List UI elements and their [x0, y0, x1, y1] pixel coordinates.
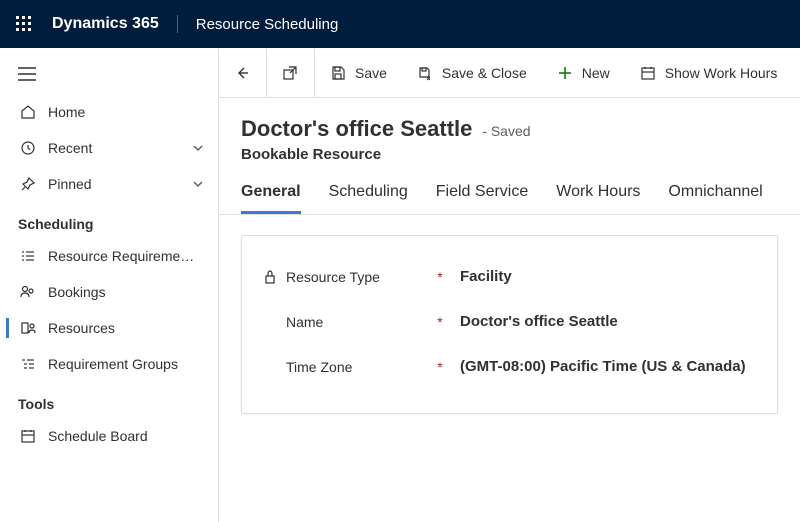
chevron-down-icon: [192, 142, 204, 154]
save-label: Save: [355, 65, 387, 81]
nav-bookings[interactable]: Bookings: [0, 274, 218, 310]
new-label: New: [582, 65, 610, 81]
home-icon: [18, 102, 38, 122]
people-icon: [18, 282, 38, 302]
list-icon: [18, 246, 38, 266]
brand-label: Dynamics 365: [52, 15, 178, 33]
tab-general[interactable]: General: [241, 183, 301, 214]
popout-icon: [281, 64, 299, 82]
nav-requirement-groups[interactable]: Requirement Groups: [0, 346, 218, 382]
nav-toggle-button[interactable]: [0, 54, 218, 94]
save-icon: [329, 64, 347, 82]
main-content: Save Save & Close New Show Work Hours Do…: [219, 48, 800, 522]
show-work-hours-button[interactable]: Show Work Hours: [625, 48, 793, 97]
nav-schedule-board-label: Schedule Board: [48, 428, 148, 444]
nav-resource-requirements[interactable]: Resource Requireme…: [0, 238, 218, 274]
save-close-button[interactable]: Save & Close: [402, 48, 542, 97]
nav-group-tools: Tools: [0, 382, 218, 418]
calendar-icon: [18, 426, 38, 446]
required-marker: *: [434, 314, 446, 330]
timezone-value: (GMT-08:00) Pacific Time (US & Canada): [460, 358, 746, 375]
nav-schedule-board[interactable]: Schedule Board: [0, 418, 218, 454]
resource-type-label: Resource Type: [286, 269, 380, 285]
tab-work-hours[interactable]: Work Hours: [556, 183, 640, 214]
global-header: Dynamics 365 Resource Scheduling: [0, 0, 800, 48]
back-arrow-icon: [233, 64, 251, 82]
nav-resources-label: Resources: [48, 320, 115, 336]
chevron-down-icon: [192, 178, 204, 190]
nav-home[interactable]: Home: [0, 94, 218, 130]
pin-icon: [18, 174, 38, 194]
tab-scheduling[interactable]: Scheduling: [329, 183, 408, 214]
plus-icon: [556, 64, 574, 82]
name-value: Doctor's office Seattle: [460, 313, 618, 330]
nav-recent-label: Recent: [48, 140, 92, 156]
module-label: Resource Scheduling: [178, 16, 339, 33]
nav-bookings-label: Bookings: [48, 284, 106, 300]
new-button[interactable]: New: [542, 48, 625, 97]
command-bar: Save Save & Close New Show Work Hours: [219, 48, 800, 98]
resource-type-value: Facility: [460, 268, 512, 285]
open-new-window-button[interactable]: [267, 48, 314, 97]
nav-home-label: Home: [48, 104, 85, 120]
calendar-icon: [639, 64, 657, 82]
required-marker: *: [434, 269, 446, 285]
nav-group-scheduling: Scheduling: [0, 202, 218, 238]
group-icon: [18, 354, 38, 374]
record-status: - Saved: [482, 123, 530, 139]
field-resource-type[interactable]: Resource Type * Facility: [264, 254, 755, 299]
timezone-label: Time Zone: [286, 359, 352, 375]
back-button[interactable]: [219, 48, 266, 97]
save-close-icon: [416, 64, 434, 82]
save-close-label: Save & Close: [442, 65, 527, 81]
tab-field-service[interactable]: Field Service: [436, 183, 528, 214]
tab-omnichannel[interactable]: Omnichannel: [668, 183, 762, 214]
nav-pinned-label: Pinned: [48, 176, 92, 192]
nav-pinned[interactable]: Pinned: [0, 166, 218, 202]
field-timezone[interactable]: Time Zone * (GMT-08:00) Pacific Time (US…: [264, 344, 755, 389]
record-title: Doctor's office Seattle: [241, 116, 472, 141]
show-work-hours-label: Show Work Hours: [665, 65, 778, 81]
form-section-general: Resource Type * Facility Name * Doctor's…: [241, 235, 778, 414]
nav-requirement-groups-label: Requirement Groups: [48, 356, 178, 372]
record-header: Doctor's office Seattle - Saved Bookable…: [219, 98, 800, 163]
app-launcher-icon[interactable]: [12, 12, 36, 36]
save-button[interactable]: Save: [315, 48, 402, 97]
resource-icon: [18, 318, 38, 338]
required-marker: *: [434, 359, 446, 375]
lock-icon: [264, 270, 278, 284]
nav-resources[interactable]: Resources: [0, 310, 218, 346]
clock-icon: [18, 138, 38, 158]
nav-resource-requirements-label: Resource Requireme…: [48, 248, 194, 264]
record-entity: Bookable Resource: [241, 146, 778, 163]
left-navigation: Home Recent Pinned Scheduling Resource R…: [0, 48, 219, 522]
nav-recent[interactable]: Recent: [0, 130, 218, 166]
form-tabs: General Scheduling Field Service Work Ho…: [219, 163, 800, 215]
name-label: Name: [286, 314, 323, 330]
field-name[interactable]: Name * Doctor's office Seattle: [264, 299, 755, 344]
